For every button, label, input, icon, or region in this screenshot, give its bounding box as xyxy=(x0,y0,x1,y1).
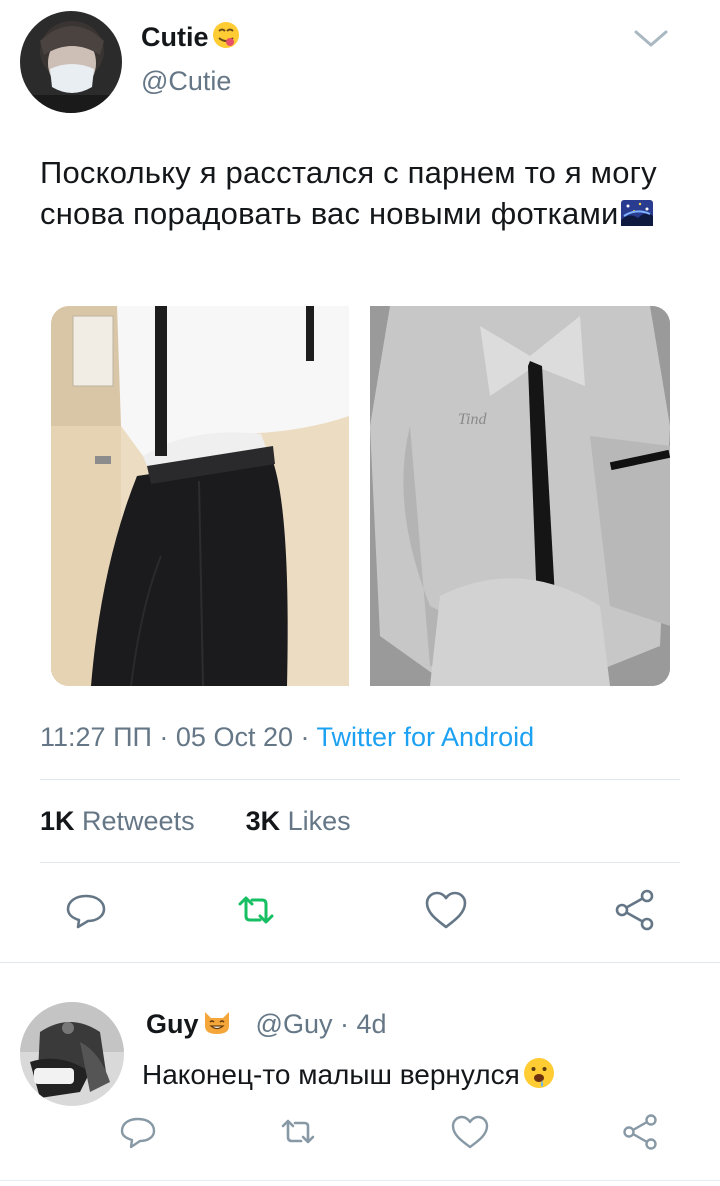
tweet-meta: 11:27 ПП · 05 Oct 20 · Twitter for Andro… xyxy=(40,722,535,752)
tweet-source-link[interactable]: Twitter for Android xyxy=(317,722,535,752)
divider xyxy=(0,1180,720,1181)
tweet-photo-1[interactable] xyxy=(51,306,349,686)
divider xyxy=(40,779,680,780)
likes-stat[interactable]: 3K Likes xyxy=(246,806,351,836)
yum-face-emoji xyxy=(209,22,241,52)
reply-age: 4d xyxy=(356,1009,387,1039)
retweet-icon[interactable] xyxy=(232,886,280,934)
reply-header: Guy @Guy · 4d xyxy=(146,1009,387,1039)
reply-author-name[interactable]: Guy xyxy=(146,1009,233,1039)
tweet-photo-2[interactable]: Tind xyxy=(370,306,670,686)
chevron-down-icon[interactable] xyxy=(632,28,670,50)
tweet-stats: 1K Retweets 3K Likes xyxy=(40,806,351,837)
share-icon[interactable] xyxy=(610,886,658,934)
reply-author-handle[interactable]: @Guy xyxy=(256,1009,333,1039)
reply-share-icon[interactable] xyxy=(616,1108,664,1156)
reply-heart-icon[interactable] xyxy=(446,1108,494,1156)
svg-text:Tind: Tind xyxy=(458,411,487,428)
reply-text: Наконец-то малыш вернулся xyxy=(142,1056,556,1091)
author-handle[interactable]: @Cutie xyxy=(141,66,231,97)
night-sky-emoji xyxy=(619,196,654,231)
author-name[interactable]: Cutie xyxy=(141,20,241,53)
retweets-stat[interactable]: 1K Retweets xyxy=(40,806,195,836)
divider xyxy=(40,862,680,863)
comment-icon[interactable] xyxy=(62,886,110,934)
reply-comment-icon[interactable] xyxy=(114,1108,162,1156)
reply-author-avatar[interactable] xyxy=(20,1002,124,1106)
author-avatar[interactable] xyxy=(20,11,122,113)
drooling-face-emoji xyxy=(520,1058,556,1090)
cat-grin-emoji xyxy=(199,1009,233,1039)
tweet-text: Поскольку я расстался с парнем то я могу… xyxy=(40,155,657,231)
tweet-date: 05 Oct 20 xyxy=(175,722,293,752)
heart-icon[interactable] xyxy=(422,886,470,934)
reply-retweet-icon[interactable] xyxy=(274,1108,322,1156)
divider xyxy=(0,962,720,963)
tweet-time: 11:27 ПП xyxy=(40,722,152,752)
